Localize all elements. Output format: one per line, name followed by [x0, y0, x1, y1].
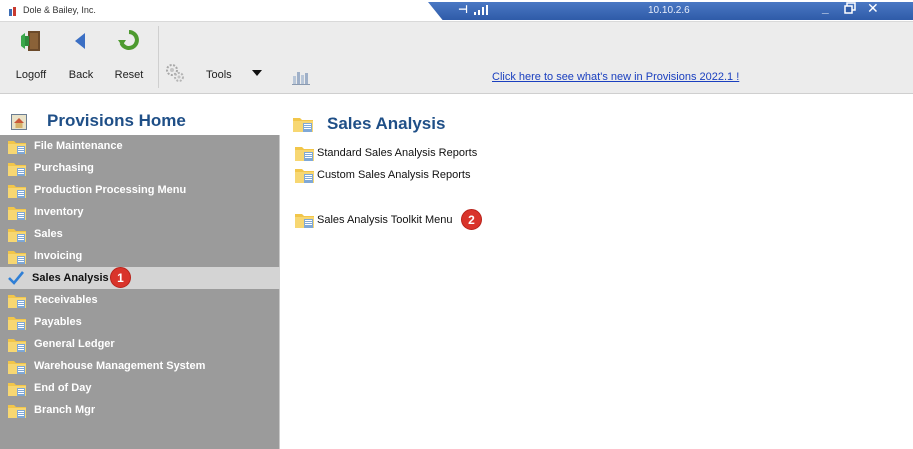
menu-item-toolkit[interactable]: Sales Analysis Toolkit Menu — [294, 210, 453, 230]
sidebar-item-label: General Ledger — [34, 338, 115, 350]
restore-button[interactable] — [844, 2, 856, 14]
folder-icon — [293, 118, 313, 132]
sidebar-item-label: Sales — [34, 228, 63, 240]
folder-icon — [8, 250, 26, 264]
toolbar: Logoff Back Reset Tools Click here to se… — [0, 22, 913, 94]
reset-refresh-icon — [118, 30, 139, 50]
sidebar-item-general-ledger[interactable]: General Ledger — [0, 333, 280, 355]
folder-icon — [8, 294, 26, 308]
menu-item-standard-reports[interactable]: Standard Sales Analysis Reports — [294, 143, 477, 163]
sidebar-title: Provisions Home — [47, 111, 186, 130]
back-button[interactable]: Back — [66, 28, 96, 81]
menu-item-label: Custom Sales Analysis Reports — [317, 169, 471, 181]
back-label: Back — [68, 69, 94, 81]
sidebar-item-label: Invoicing — [34, 250, 83, 262]
close-button[interactable]: ✕ — [867, 0, 879, 17]
signal-strength-icon — [474, 5, 488, 15]
folder-icon — [295, 214, 314, 228]
sidebar-item-sales-analysis[interactable]: Sales Analysis 1 — [0, 267, 280, 289]
sidebar: Provisions Home File Maintenance Purchas… — [0, 95, 280, 449]
sidebar-item-end-of-day[interactable]: End of Day — [0, 377, 280, 399]
toolbar-separator — [158, 26, 159, 88]
back-arrow-icon — [75, 33, 85, 49]
folder-icon — [295, 169, 314, 183]
chevron-down-icon[interactable] — [252, 70, 262, 76]
bar-chart-icon[interactable] — [292, 69, 310, 85]
sidebar-item-warehouse-management[interactable]: Warehouse Management System — [0, 355, 280, 377]
app-title: Dole & Bailey, Inc. — [23, 5, 96, 15]
sidebar-item-branch-mgr[interactable]: Branch Mgr — [0, 399, 280, 421]
sidebar-item-label: Production Processing Menu — [34, 184, 187, 196]
folder-icon — [8, 140, 26, 154]
menu-item-custom-reports[interactable]: Custom Sales Analysis Reports — [294, 165, 470, 185]
folder-icon — [295, 147, 314, 161]
sidebar-item-label: Payables — [34, 316, 82, 328]
sidebar-item-payables[interactable]: Payables — [0, 311, 280, 333]
folder-icon — [8, 184, 26, 198]
sidebar-item-file-maintenance[interactable]: File Maintenance — [0, 135, 280, 157]
step-badge-1: 1 — [110, 267, 131, 288]
menu-item-label: Sales Analysis Toolkit Menu — [317, 214, 453, 226]
folder-icon — [8, 316, 26, 330]
folder-icon — [8, 382, 26, 396]
sidebar-header: Provisions Home — [0, 95, 280, 135]
sidebar-item-label: End of Day — [34, 382, 92, 394]
tools-menu[interactable]: Tools — [206, 69, 232, 81]
folder-icon — [8, 228, 26, 242]
sidebar-item-sales[interactable]: Sales — [0, 223, 280, 245]
title-bar: Dole & Bailey, Inc. ⊣ 10.10.2.6 _ ✕ — [0, 0, 913, 22]
whats-new-link[interactable]: Click here to see what's new in Provisio… — [492, 71, 739, 83]
sidebar-item-inventory[interactable]: Inventory — [0, 201, 280, 223]
folder-icon — [8, 404, 26, 418]
checkmark-icon — [8, 271, 25, 285]
sidebar-item-invoicing[interactable]: Invoicing — [0, 245, 280, 267]
main-content: Sales Analysis Standard Sales Analysis R… — [281, 95, 913, 449]
sidebar-item-label: File Maintenance — [34, 140, 123, 152]
home-icon[interactable] — [11, 114, 27, 130]
logoff-label: Logoff — [15, 69, 47, 81]
minimize-button[interactable]: _ — [822, 1, 829, 15]
sidebar-item-production-processing[interactable]: Production Processing Menu — [0, 179, 280, 201]
menu-item-label: Standard Sales Analysis Reports — [317, 147, 478, 159]
folder-icon — [8, 338, 26, 352]
folder-icon — [8, 162, 26, 176]
sidebar-item-receivables[interactable]: Receivables — [0, 289, 280, 311]
reset-button[interactable]: Reset — [112, 28, 146, 81]
sidebar-item-label: Sales Analysis — [32, 272, 109, 284]
sidebar-nav: File Maintenance Purchasing Production P… — [0, 135, 280, 421]
sidebar-item-label: Receivables — [34, 294, 98, 306]
gears-icon[interactable] — [164, 62, 186, 84]
sidebar-item-label: Purchasing — [34, 162, 94, 174]
step-badge-2: 2 — [461, 209, 482, 230]
logoff-button[interactable]: Logoff — [14, 28, 48, 81]
page-title: Sales Analysis — [327, 114, 446, 133]
sidebar-item-purchasing[interactable]: Purchasing — [0, 157, 280, 179]
pin-icon[interactable]: ⊣ — [458, 3, 468, 16]
folder-icon — [8, 360, 26, 374]
reset-label: Reset — [114, 69, 144, 81]
logoff-door-icon — [21, 31, 40, 51]
sidebar-item-label: Inventory — [34, 206, 84, 218]
folder-icon — [8, 206, 26, 220]
sidebar-item-label: Branch Mgr — [34, 404, 96, 416]
connection-ip: 10.10.2.6 — [648, 5, 690, 16]
sidebar-item-label: Warehouse Management System — [34, 360, 206, 372]
app-logo-icon — [9, 7, 16, 16]
